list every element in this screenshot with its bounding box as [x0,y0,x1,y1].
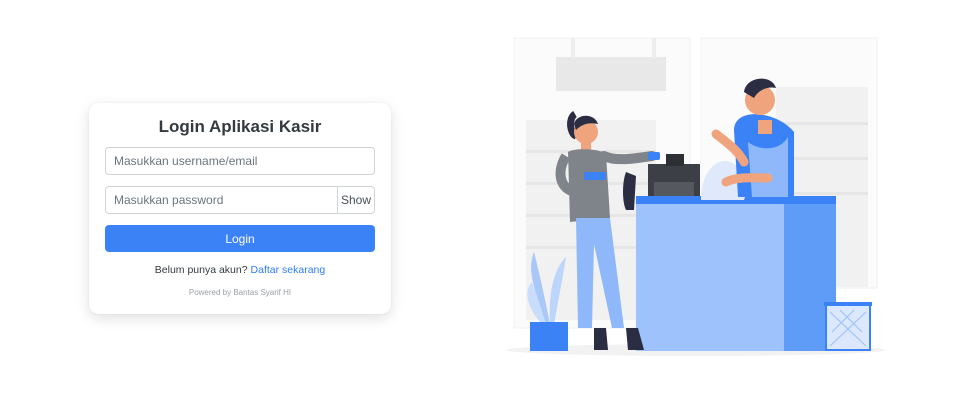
password-input[interactable] [105,186,338,214]
username-input[interactable] [105,147,375,175]
cashier-counter [636,196,836,351]
register-link[interactable]: Daftar sekarang [251,264,326,276]
login-button[interactable]: Login [105,225,375,252]
page-title: Login Aplikasi Kasir [158,117,322,136]
trash-bin-icon [824,302,872,351]
login-card: Login Aplikasi Kasir Show Login Belum pu… [89,103,391,314]
powered-by: Powered by Bantas Syarif HI [188,288,292,297]
password-group: Show [105,186,375,214]
register-prompt-text: Belum punya akun? [154,264,248,276]
show-password-button[interactable]: Show [337,186,375,214]
cashier-illustration [506,37,886,356]
register-prompt: Belum punya akun? Daftar sekarang [89,264,391,276]
